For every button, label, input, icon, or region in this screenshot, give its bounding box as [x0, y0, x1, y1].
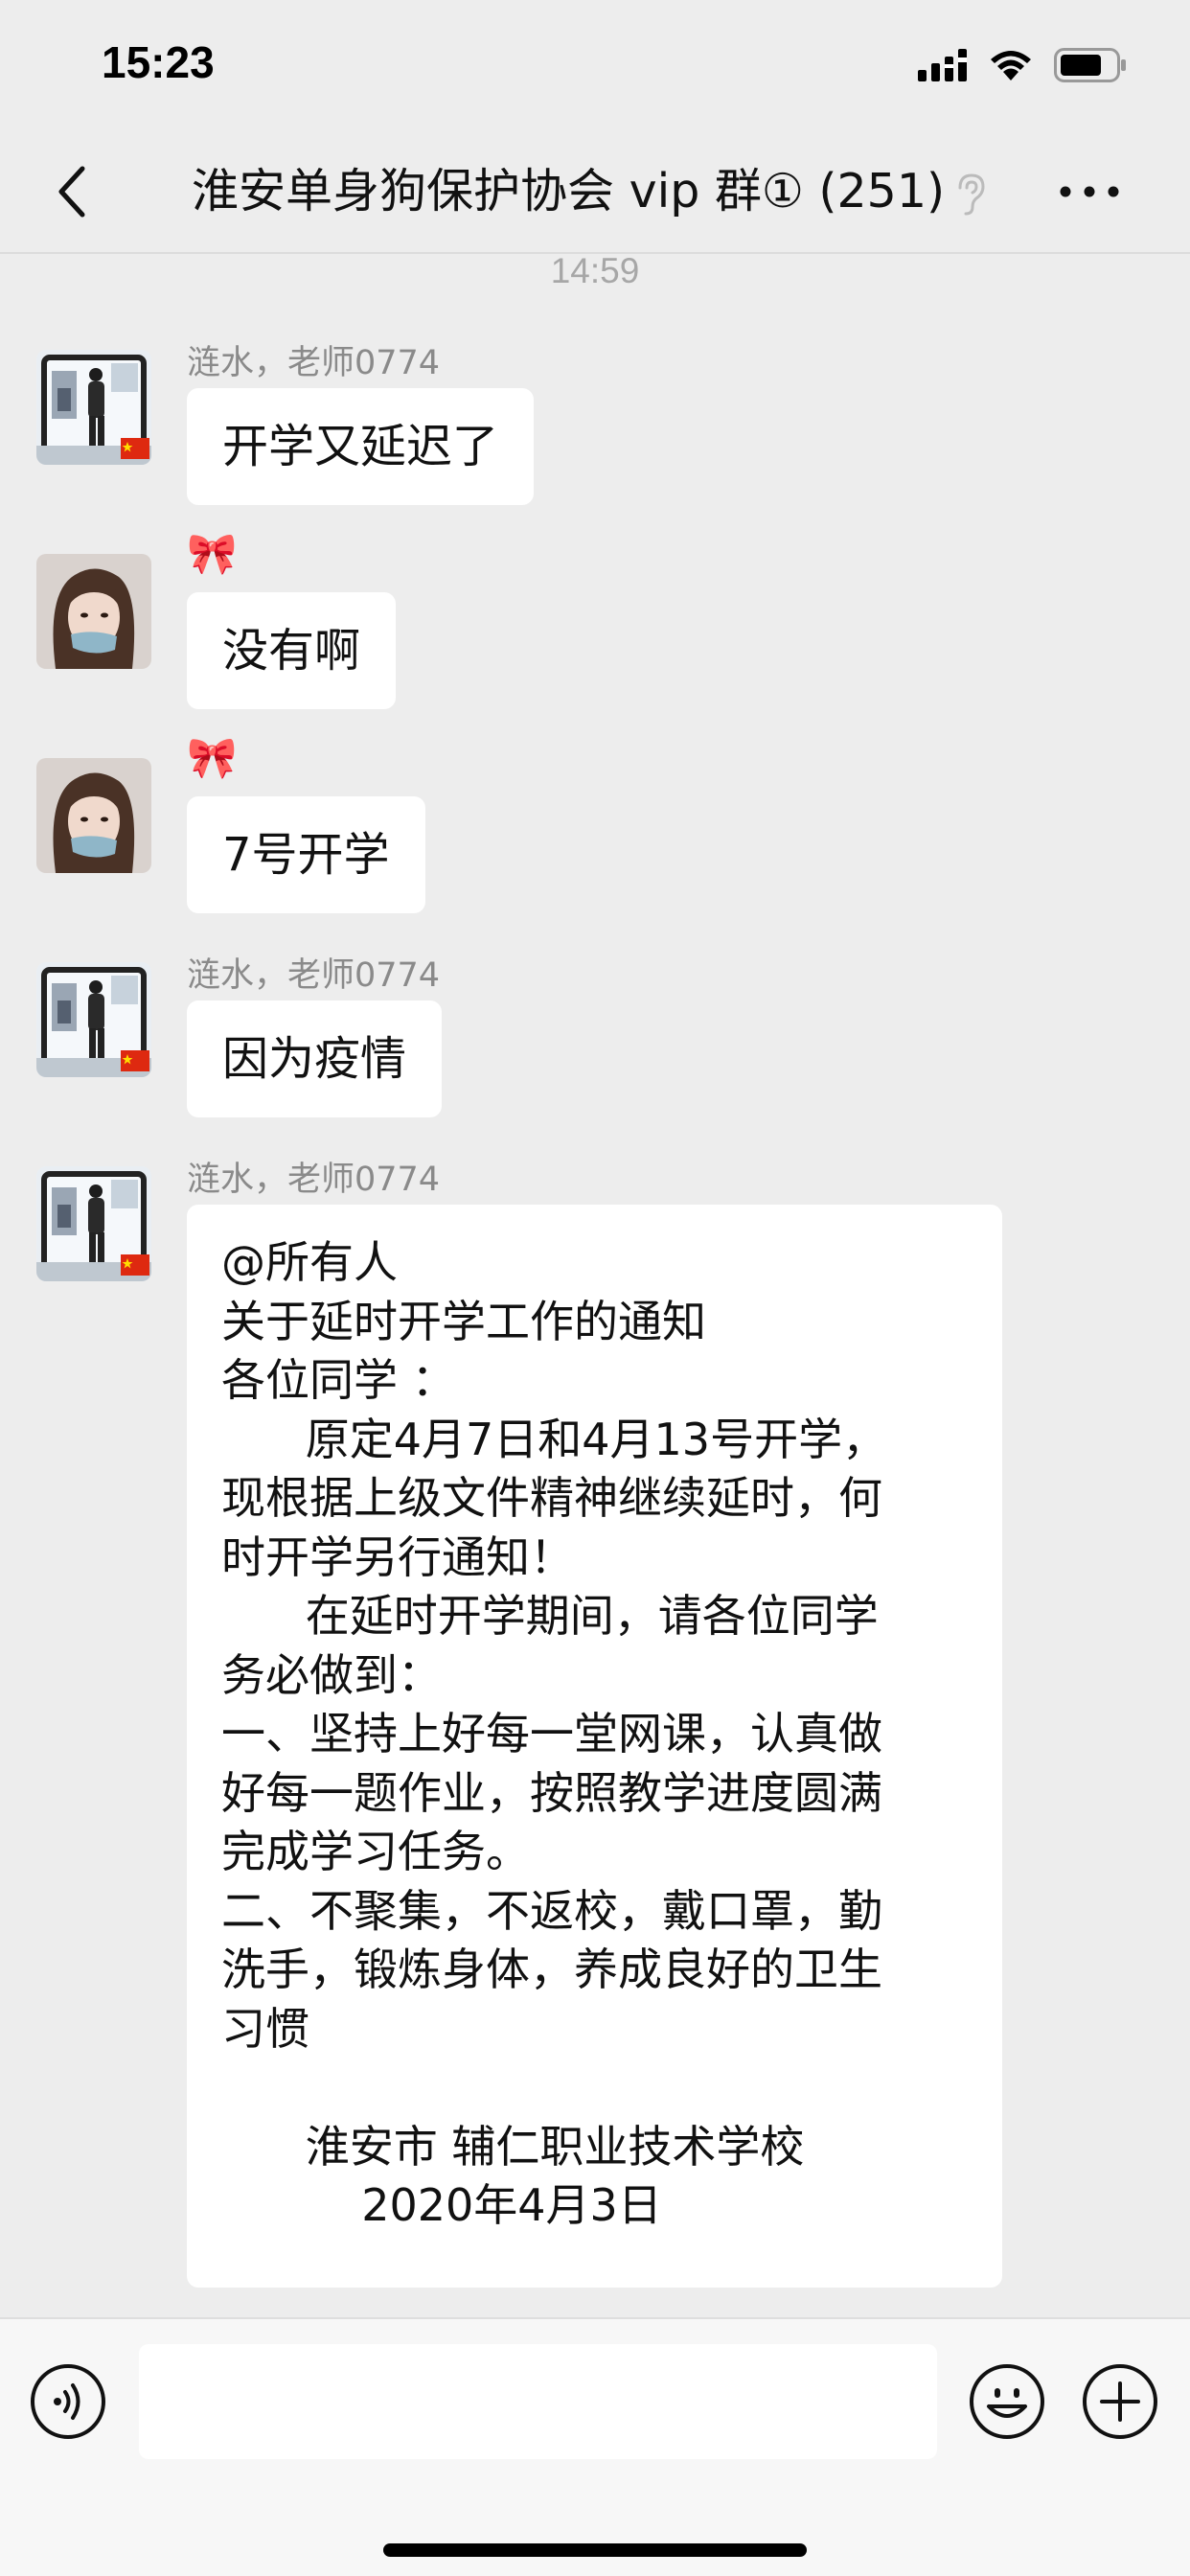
message-bubble[interactable]: 开学又延迟了 — [187, 388, 535, 505]
message-bubble[interactable]: 没有啊 — [187, 592, 397, 709]
plus-icon[interactable] — [1081, 2362, 1159, 2441]
sender-name: 🎀 — [187, 530, 238, 577]
avatar[interactable] — [36, 554, 151, 669]
avatar[interactable] — [36, 962, 151, 1077]
chevron-left-icon[interactable] — [50, 163, 98, 220]
notice-line: 完成学习任务。 — [221, 1826, 530, 1877]
notice-line: 关于延时开学工作的通知 — [221, 1295, 706, 1347]
notice-line: 务必做到： — [221, 1648, 442, 1701]
notice-line: 习惯 — [221, 2002, 309, 2055]
status-icons — [918, 46, 1127, 84]
sender-name: 🎀 — [187, 734, 238, 781]
notice-line — [221, 2058, 968, 2118]
status-bar: 15:23 — [0, 0, 1190, 129]
notice-line: 原定4月7日和4月13号开学， — [221, 1413, 887, 1465]
more-dots-icon[interactable] — [1056, 177, 1123, 206]
notice-line: @所有人 — [221, 1236, 398, 1288]
signal-bars-icon — [918, 49, 967, 81]
notice-line: 现根据上级文件精神继续延时，何 — [221, 1472, 882, 1524]
sender-name: 涟水，老师0774 — [187, 344, 441, 382]
notice-line: 在延时开学期间，请各位同学 — [221, 1590, 879, 1642]
sender-name: 涟水，老师0774 — [187, 956, 441, 995]
avatar[interactable] — [36, 758, 151, 873]
message-input[interactable] — [139, 2344, 937, 2459]
emoji-icon[interactable] — [968, 2362, 1046, 2441]
battery-icon — [1054, 48, 1126, 82]
nav-bar: 淮安单身狗保护协会 vip 群① (251) — [0, 129, 1190, 254]
input-bar — [0, 2317, 1190, 2576]
message-bubble[interactable]: 7号开学 — [187, 796, 425, 913]
avatar[interactable] — [36, 1166, 151, 1281]
voice-icon[interactable] — [29, 2362, 107, 2441]
notice-line: 2020年4月3日 — [221, 2179, 662, 2231]
chat-title: 淮安单身狗保护协会 vip 群① (251) — [192, 164, 946, 218]
message-bubble[interactable]: 因为疫情 — [187, 1000, 443, 1117]
wifi-icon — [991, 51, 1031, 80]
message-bubble[interactable]: @所有人 关于延时开学工作的通知 各位同学 ： 原定4月7日和4月13号开学， … — [187, 1205, 1002, 2288]
notice-line: 一、坚持上好每一堂网课，认真做 — [221, 1708, 882, 1760]
sender-name: 涟水，老师0774 — [187, 1161, 441, 1199]
notice-line: 二、不聚集，不返校，戴口罩，勤 — [221, 1884, 882, 1937]
notice-line: 时开学另行通知！ — [221, 1530, 574, 1583]
avatar[interactable] — [36, 350, 151, 465]
notice-line: 淮安市 辅仁职业技术学校 — [221, 2120, 805, 2173]
message-timestamp: 14:59 — [550, 251, 640, 290]
ear-icon — [958, 173, 985, 216]
home-indicator[interactable] — [383, 2543, 807, 2557]
status-time: 15:23 — [102, 37, 215, 87]
notice-line: 各位同学 ： — [221, 1354, 456, 1406]
notice-line: 洗手，锻炼身体，养成良好的卫生 — [221, 1944, 882, 1995]
notice-line: 好每一题作业，按照教学进度圆满 — [221, 1766, 882, 1819]
